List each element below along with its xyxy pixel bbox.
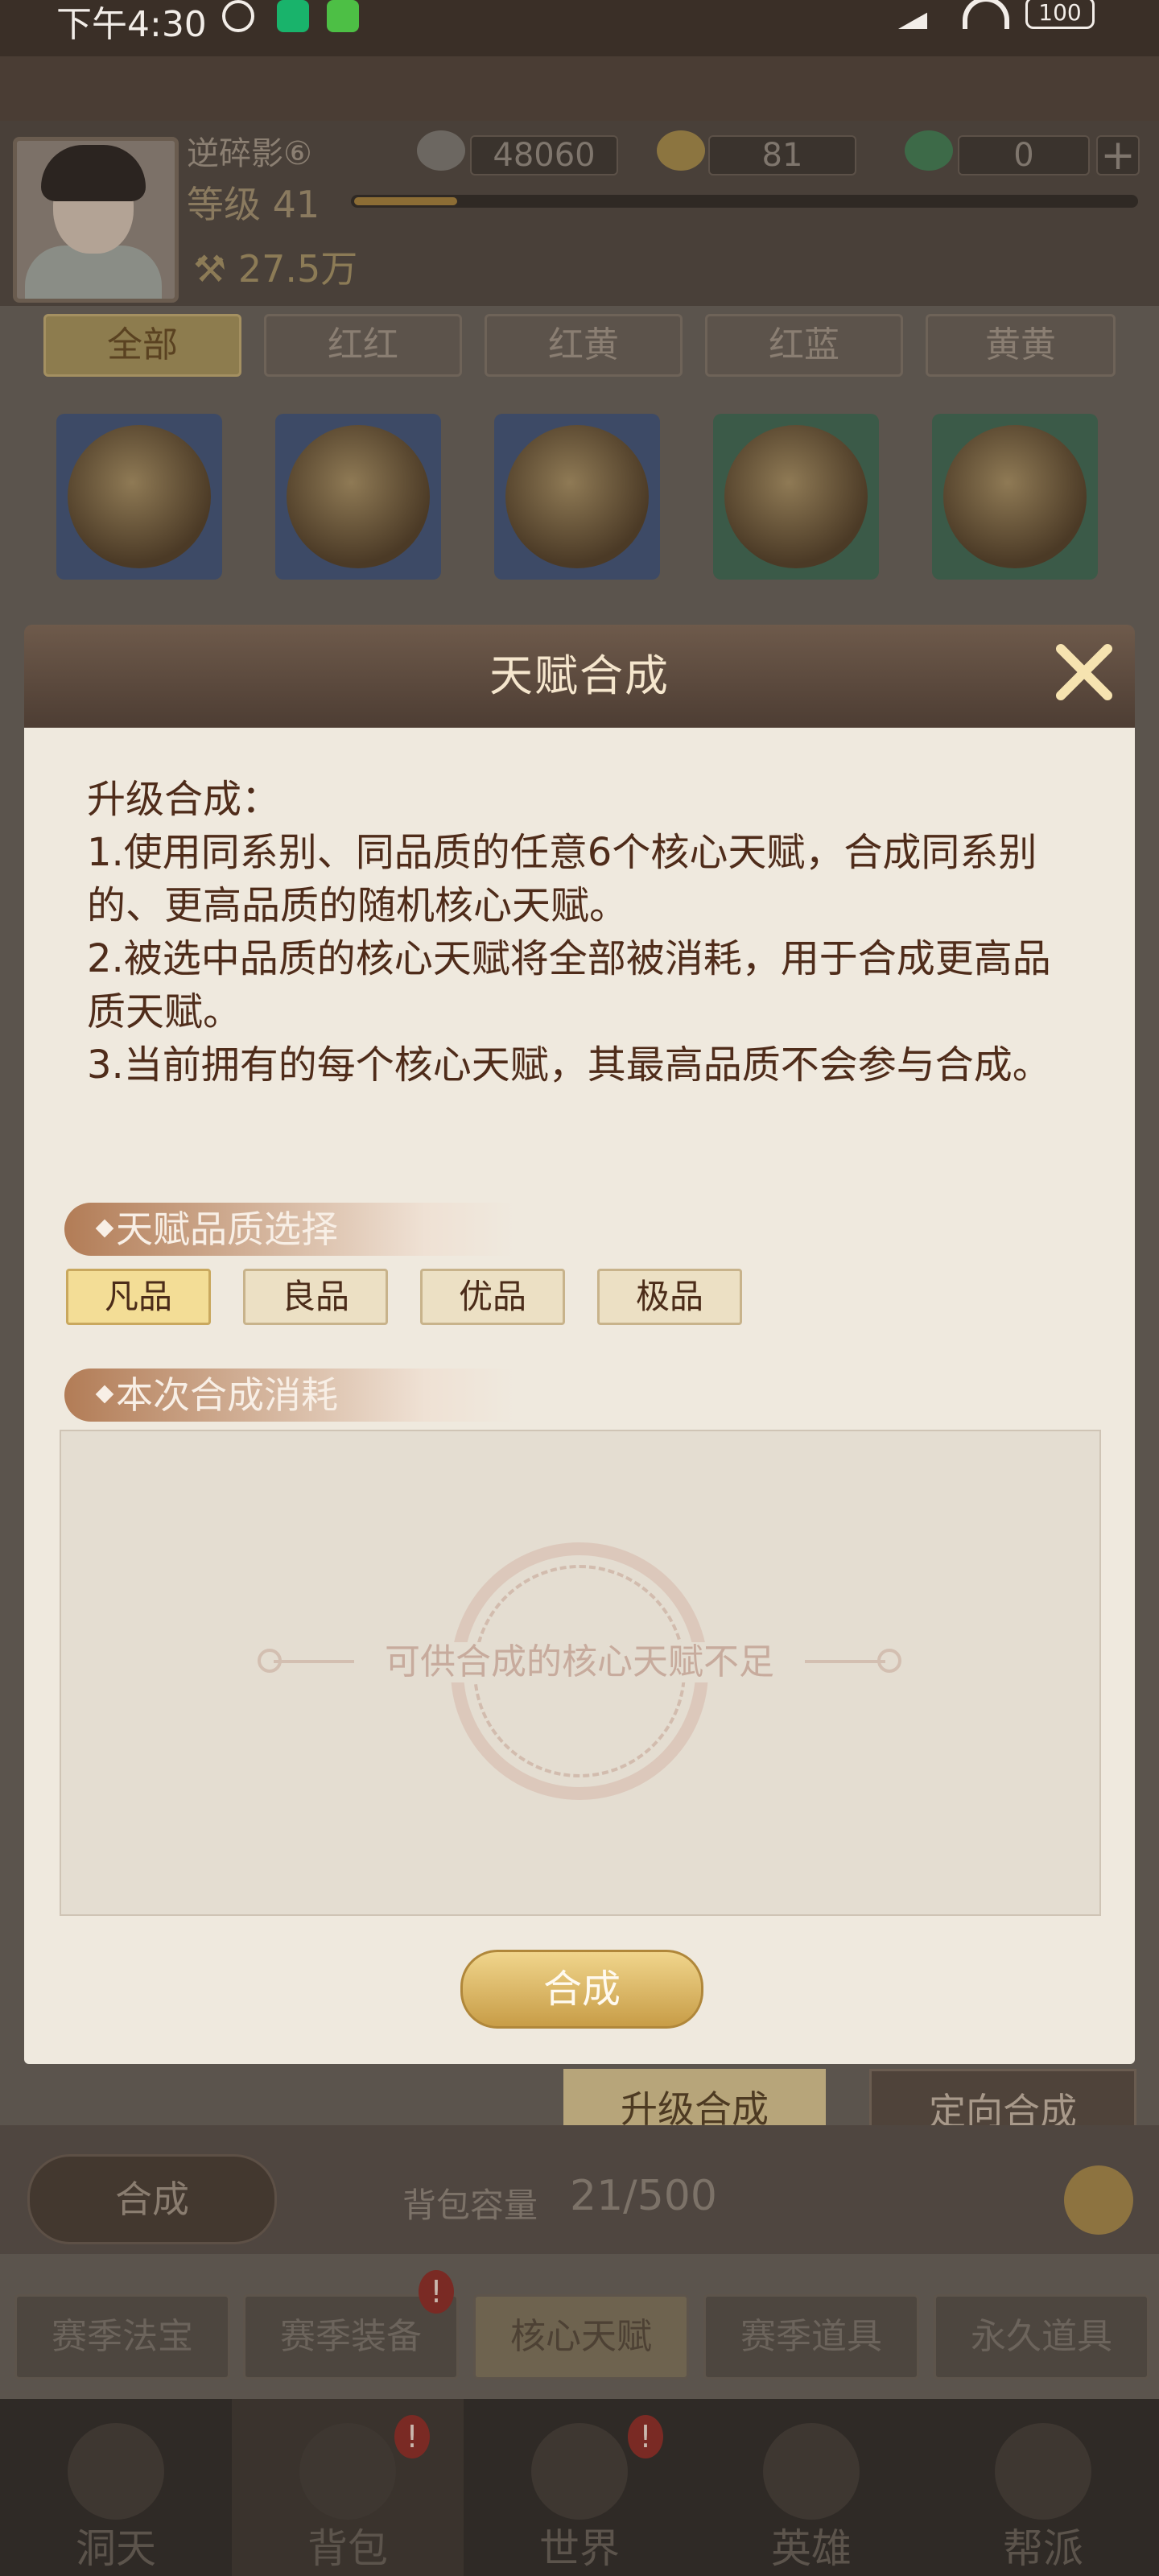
talent-shield-icon[interactable]	[275, 414, 441, 580]
battery-level: 100	[1038, 0, 1082, 26]
filter-tab-red-blue[interactable]: 红蓝	[705, 314, 903, 377]
nav-hero-label: 英雄	[771, 2525, 852, 2572]
ornament-dot	[258, 1649, 282, 1673]
nav-cave-label: 洞天	[76, 2525, 156, 2572]
category-season-treasure[interactable]: 赛季法宝	[14, 2294, 230, 2380]
filter-tab-red-red[interactable]: 红红	[264, 314, 462, 377]
gold-ingot-icon	[657, 130, 705, 171]
player-level: 等级 41	[187, 183, 320, 226]
bag-synthesize-button[interactable]: 合成	[27, 2154, 277, 2244]
jade-value: 0	[958, 135, 1090, 175]
nav-world-label: 世界	[539, 2525, 620, 2572]
filter-tab-all[interactable]: 全部	[43, 314, 241, 377]
bag-capacity-label: 背包容量	[402, 2186, 538, 2225]
player-name: 逆碎影⑥	[187, 135, 312, 172]
alert-badge-icon: !	[394, 2415, 430, 2458]
close-icon	[1056, 644, 1112, 700]
nav-hero[interactable]: 英雄	[695, 2399, 927, 2576]
close-button[interactable]	[1048, 636, 1120, 708]
signal-icon	[898, 2, 947, 29]
battery-icon: 100	[1025, 0, 1095, 29]
filter-tab-yellow-yellow[interactable]: 黄黄	[926, 314, 1116, 377]
quality-option-common[interactable]: 凡品	[66, 1269, 211, 1325]
pavilion-icon	[68, 2423, 164, 2520]
hero-portrait-icon	[763, 2423, 860, 2520]
shield-app-icon	[277, 0, 309, 32]
robot-app-icon	[327, 0, 359, 32]
jade-dragon-icon	[905, 130, 953, 171]
quality-section-label: 天赋品质选择	[116, 1208, 338, 1251]
nav-bag[interactable]: 背包	[232, 2399, 464, 2576]
nav-bag-label: 背包	[307, 2525, 388, 2572]
nav-guild-label: 帮派	[1003, 2525, 1083, 2572]
status-bar: 下午4:30 100	[0, 0, 1159, 56]
decorative-band	[0, 56, 1159, 121]
gold-value: 81	[708, 135, 856, 175]
power-value: 27.5万	[237, 247, 358, 291]
category-permanent-items[interactable]: 永久道具	[934, 2294, 1149, 2380]
banner-icon	[995, 2423, 1091, 2520]
nav-cave[interactable]: 洞天	[0, 2399, 232, 2576]
hammer-icon: ⚒	[193, 247, 238, 291]
scroll-icon	[531, 2423, 628, 2520]
xp-bar	[351, 195, 1138, 208]
talent-swirl-icon[interactable]	[56, 414, 222, 580]
player-avatar[interactable]	[13, 137, 179, 303]
silver-ingot-icon	[417, 130, 465, 171]
nav-guild[interactable]: 帮派	[927, 2399, 1159, 2576]
alert-badge-icon: !	[628, 2415, 663, 2458]
quality-option-good[interactable]: 良品	[243, 1269, 388, 1325]
section-title-cost: 本次合成消耗	[64, 1368, 515, 1422]
category-season-items[interactable]: 赛季道具	[703, 2294, 919, 2380]
xp-bar-fill	[354, 197, 457, 205]
bag-capacity-value: 21/500	[570, 2172, 717, 2220]
section-title-quality: 天赋品质选择	[64, 1203, 515, 1256]
wifi-icon	[963, 0, 1009, 29]
dialog-title: 天赋合成	[489, 650, 670, 701]
filter-tab-red-yellow[interactable]: 红黄	[485, 314, 683, 377]
talent-eye-icon[interactable]	[713, 414, 879, 580]
quality-option-excellent[interactable]: 优品	[420, 1269, 565, 1325]
silver-value: 48060	[470, 135, 618, 175]
combat-power: ⚒ 27.5万	[193, 240, 357, 293]
bag-icon	[299, 2423, 396, 2520]
alarm-icon	[222, 0, 254, 32]
add-currency-button[interactable]: +	[1096, 134, 1140, 176]
talent-claw-icon[interactable]	[494, 414, 660, 580]
cost-section-label: 本次合成消耗	[116, 1373, 338, 1417]
alert-badge-icon: !	[419, 2270, 454, 2314]
status-time: 下午4:30	[56, 4, 207, 45]
ornament-dot	[877, 1649, 901, 1673]
synthesis-description: 升级合成： 1.使用同系别、同品质的任意6个核心天赋，合成同系别的、更高品质的随…	[87, 777, 1051, 1088]
synthesize-button[interactable]: 合成	[460, 1950, 703, 2029]
category-core-talent[interactable]: 核心天赋	[473, 2294, 689, 2380]
sort-filter-icon[interactable]	[1064, 2165, 1133, 2235]
talent-flame-icon[interactable]	[932, 414, 1098, 580]
empty-state-text: 可供合成的核心天赋不足	[354, 1642, 805, 1682]
quality-option-supreme[interactable]: 极品	[597, 1269, 742, 1325]
